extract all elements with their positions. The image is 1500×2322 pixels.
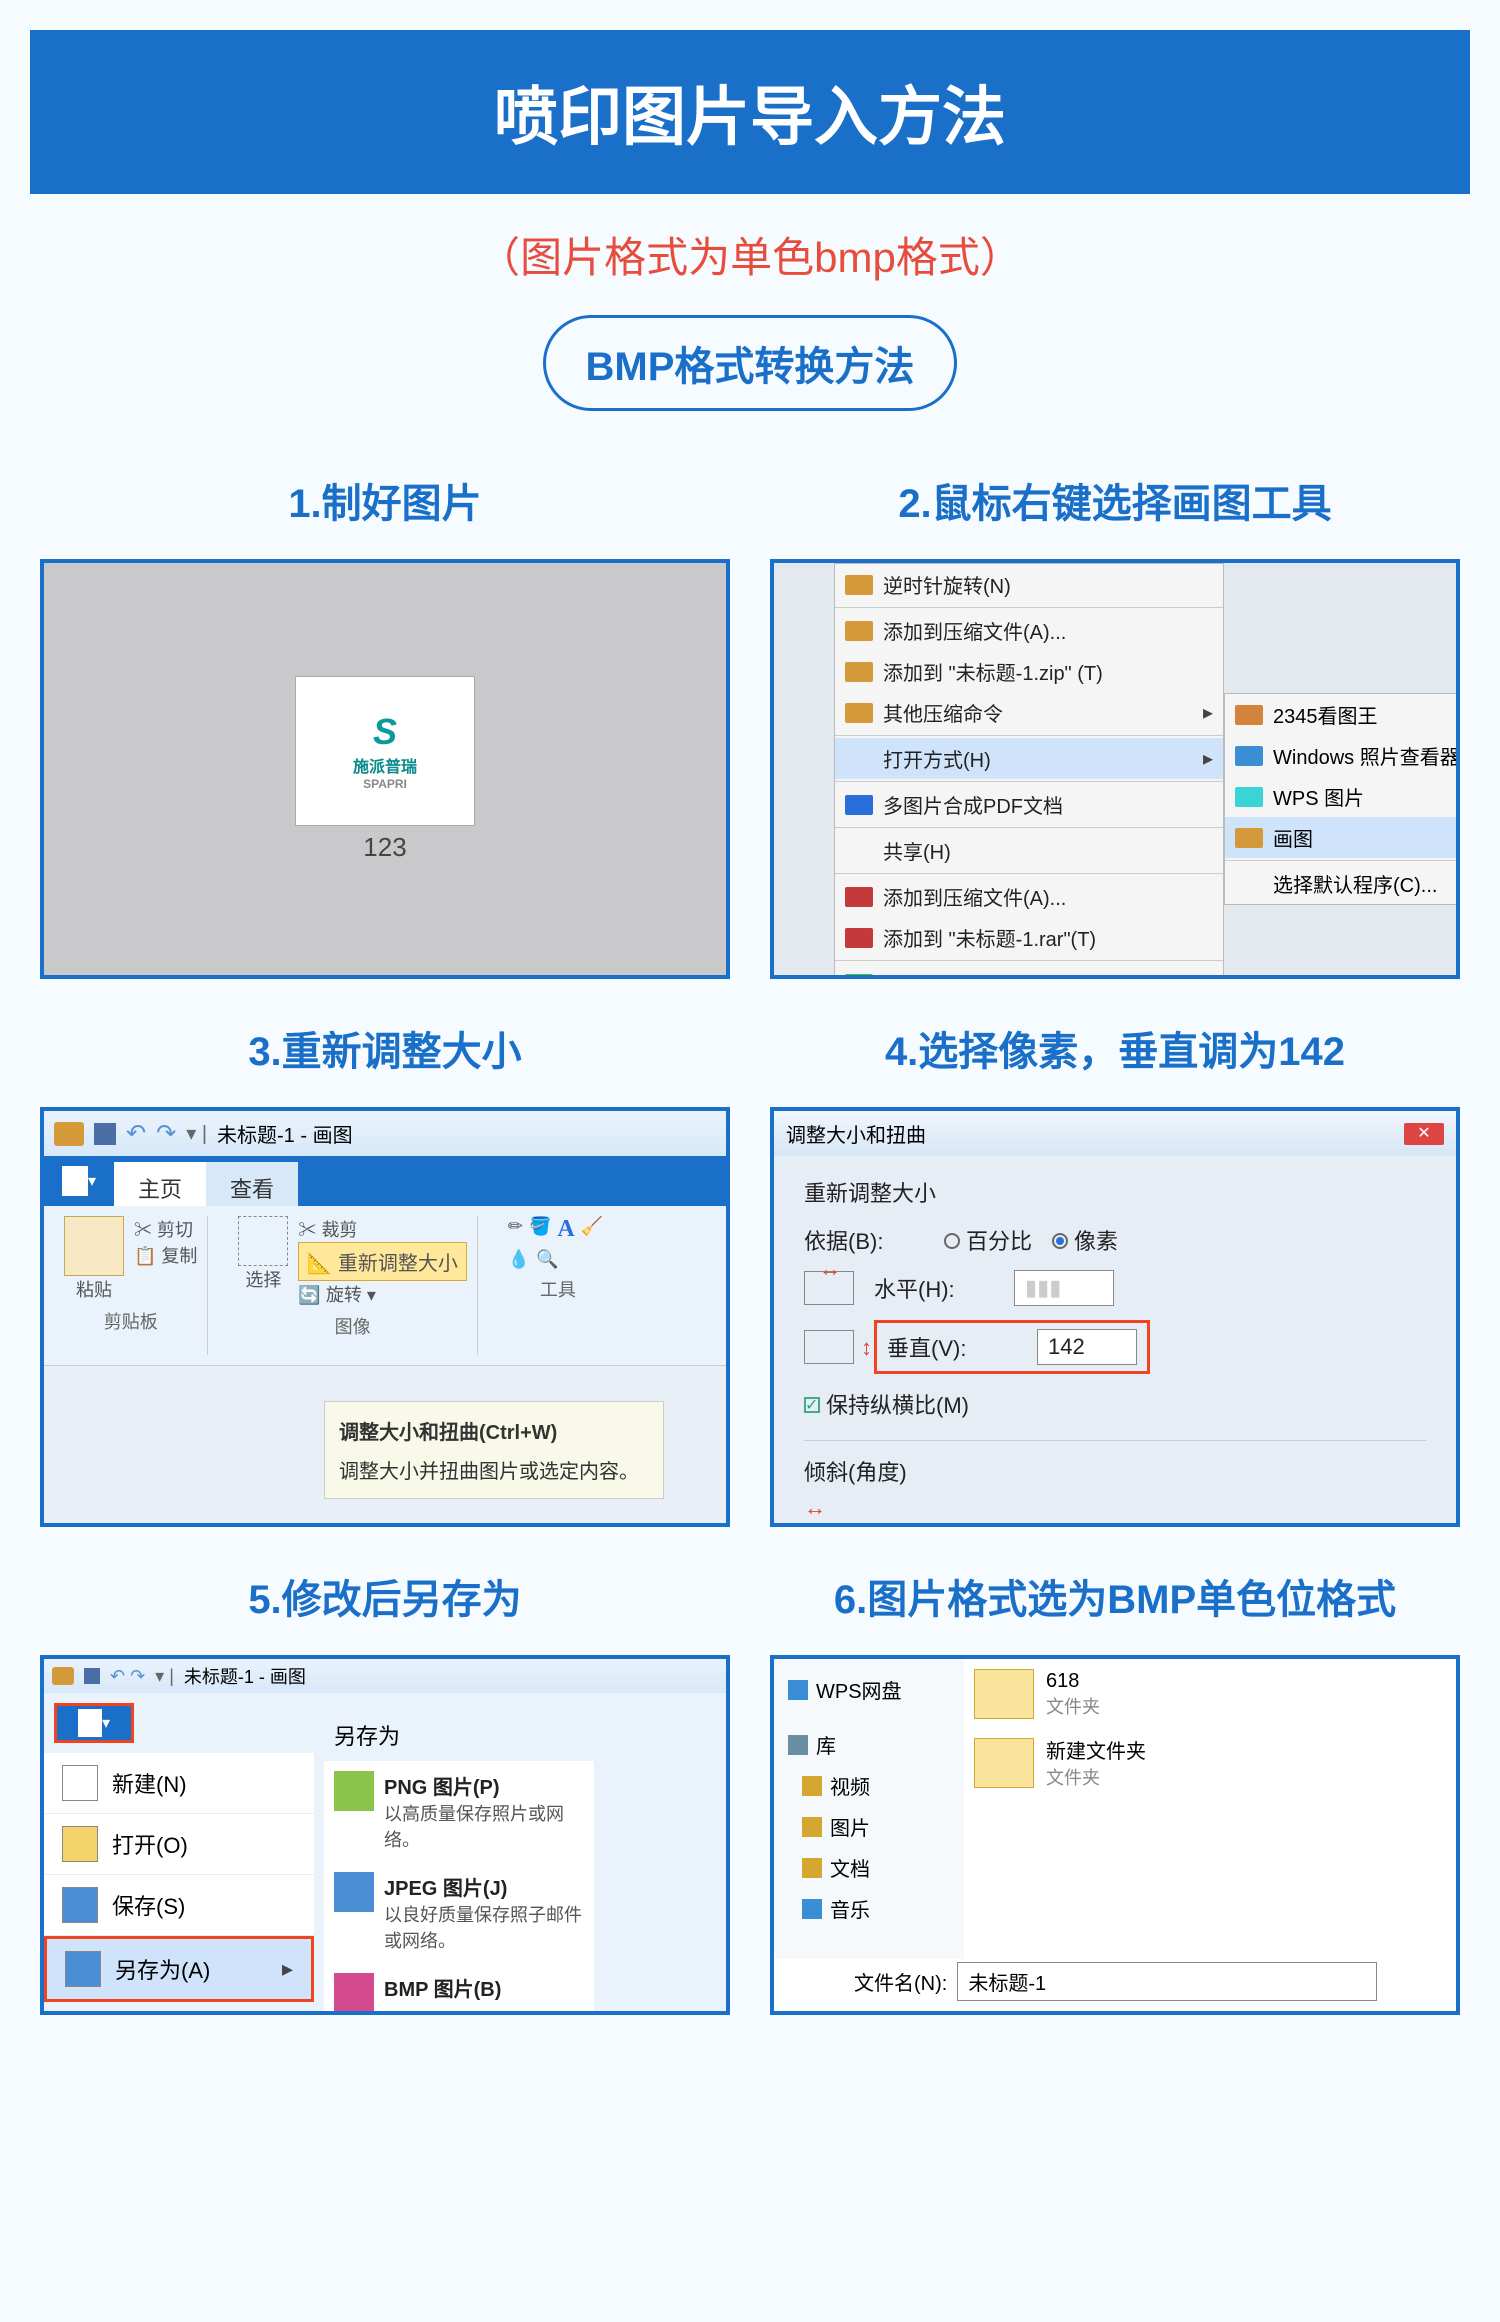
crop-button[interactable]: ✂ 裁剪: [298, 1216, 466, 1242]
radio-pixel[interactable]: 像素: [1052, 1224, 1118, 1256]
folder-icon: [974, 1669, 1034, 1719]
image-group: 选择 ✂ 裁剪 📐 重新调整大小 🔄 旋转 ▾ 图像: [228, 1216, 477, 1355]
skew-label: 倾斜(角度): [804, 1455, 1426, 1487]
step3-title: 3.重新调整大小: [40, 1019, 730, 1077]
dialog-title: 调整大小和扭曲 ✕: [774, 1111, 1456, 1156]
picker-icon[interactable]: 💧: [508, 1249, 530, 1270]
format-bmp[interactable]: BMP 图片(B): [324, 1963, 594, 2015]
fill-icon[interactable]: 🪣: [529, 1216, 551, 1243]
ctx-item[interactable]: 多图片合成PDF文档: [835, 784, 1223, 825]
format-jpeg[interactable]: JPEG 图片(J)以良好质量保存照子邮件或网络。: [324, 1862, 594, 1963]
sidebar-pic[interactable]: 图片: [784, 1806, 954, 1847]
menu-open[interactable]: 打开(O): [44, 1814, 314, 1875]
horiz-input[interactable]: ▮▮▮: [1014, 1270, 1114, 1306]
save-icon[interactable]: [94, 1123, 116, 1145]
filename-label: 文件名(N):: [854, 1967, 947, 1996]
tab-home[interactable]: 主页: [114, 1162, 206, 1206]
sub-item-paint[interactable]: 画图: [1225, 817, 1460, 858]
step4-title: 4.选择像素，垂直调为142: [770, 1019, 1460, 1077]
menu-new[interactable]: 新建(N): [44, 1753, 314, 1814]
file-label: 123: [295, 832, 475, 863]
filename-input[interactable]: 未标题-1: [957, 1962, 1377, 2001]
resize-button[interactable]: 📐 重新调整大小: [298, 1242, 466, 1281]
file-icon[interactable]: S 施派普瑞 SPAPRI: [295, 676, 475, 826]
zoom-icon[interactable]: 🔍: [536, 1249, 558, 1270]
step1-title: 1.制好图片: [40, 471, 730, 529]
eraser-icon[interactable]: 🧹: [581, 1216, 603, 1243]
section-label: 重新调整大小: [804, 1176, 1426, 1208]
context-menu: 逆时针旋转(N) 添加到压缩文件(A)... 添加到 "未标题-1.zip" (…: [834, 563, 1224, 979]
ctx-item-openwith[interactable]: 打开方式(H)▸: [835, 738, 1223, 779]
radio-percent[interactable]: 百分比: [944, 1224, 1032, 1256]
ctx-item[interactable]: 共享(H): [835, 830, 1223, 871]
sidebar-music[interactable]: 音乐: [784, 1888, 954, 1929]
paint-app-icon: [54, 1122, 84, 1146]
step4-panel: 调整大小和扭曲 ✕ 重新调整大小 依据(B): 百分比 像素 ↔ 水平(H): …: [770, 1107, 1460, 1527]
step6-title: 6.图片格式选为BMP单色位格式: [770, 1567, 1460, 1625]
step5-title: 5.修改后另存为: [40, 1567, 730, 1625]
copy-button[interactable]: 📋 复制: [134, 1242, 197, 1268]
pencil-icon[interactable]: ✏: [508, 1216, 523, 1243]
ctx-item[interactable]: 添加到 "未标题-1.zip" (T): [835, 651, 1223, 692]
tools-group: ✏ 🪣 A 🧹 💧 🔍 工具: [498, 1216, 618, 1355]
step2-panel: 逆时针旋转(N) 添加到压缩文件(A)... 添加到 "未标题-1.zip" (…: [770, 559, 1460, 979]
ctx-item[interactable]: 添加到压缩文件(A)...: [835, 610, 1223, 651]
bmp-method-button[interactable]: BMP格式转换方法: [543, 315, 958, 411]
menu-saveas[interactable]: 另存为(A)▸: [44, 1936, 314, 2002]
file-menu: 新建(N) 打开(O) 保存(S) 另存为(A)▸: [44, 1753, 314, 2002]
select-button[interactable]: [238, 1216, 288, 1266]
file-menu-button[interactable]: ▾: [54, 1703, 134, 1743]
step6-panel: WPS网盘 库 视频 图片 文档 音乐 618文件夹 新建文件夹文件夹: [770, 1655, 1460, 2015]
sub-item[interactable]: Windows 照片查看器: [1225, 735, 1460, 776]
vert-icon: ↕: [804, 1330, 854, 1364]
rotate-button[interactable]: 🔄 旋转 ▾: [298, 1281, 466, 1307]
resize-tooltip: 调整大小和扭曲(Ctrl+W) 调整大小并扭曲图片或选定内容。: [324, 1401, 664, 1499]
folder-item[interactable]: 新建文件夹文件夹: [974, 1735, 1146, 1790]
ctx-item[interactable]: 添加到 "未标题-1.rar"(T): [835, 917, 1223, 958]
folder-item[interactable]: 618文件夹: [974, 1669, 1146, 1719]
sub-item[interactable]: WPS 图片: [1225, 776, 1460, 817]
sidebar-video[interactable]: 视频: [784, 1765, 954, 1806]
undo-icon[interactable]: ↶: [126, 1119, 146, 1148]
format-png[interactable]: PNG 图片(P)以高质量保存照片或网络。: [324, 1761, 594, 1862]
step2-title: 2.鼠标右键选择画图工具: [770, 471, 1460, 529]
tab-view[interactable]: 查看: [206, 1162, 298, 1206]
window-title: 未标题-1 - 画图: [217, 1119, 353, 1148]
ctx-item[interactable]: 其他压缩命令▸: [835, 692, 1223, 733]
menu-save[interactable]: 保存(S): [44, 1875, 314, 1936]
close-icon[interactable]: ✕: [1404, 1123, 1444, 1145]
subtitle: （图片格式为单色bmp格式）: [0, 224, 1500, 285]
sidebar-lib[interactable]: 库: [784, 1724, 954, 1765]
ctx-item[interactable]: 添加到压缩文件(A)...: [835, 876, 1223, 917]
folder-icon: [974, 1738, 1034, 1788]
horiz-icon: ↔: [804, 1271, 854, 1305]
page-title: 喷印图片导入方法: [30, 30, 1470, 194]
submenu: 2345看图王 Windows 照片查看器 WPS 图片 画图 选择默认程序(C…: [1224, 693, 1460, 905]
sidebar-doc[interactable]: 文档: [784, 1847, 954, 1888]
text-icon[interactable]: A: [557, 1216, 574, 1243]
paint-titlebar: ↶ ↷ ▾ | 未标题-1 - 画图: [44, 1111, 726, 1156]
step5-panel: ↶ ↷ ▾ | 未标题-1 - 画图 ▾ 新建(N) 打开(O) 保存(S) 另…: [40, 1655, 730, 2015]
keep-ratio-checkbox[interactable]: 保持纵横比(M): [804, 1388, 969, 1420]
sub-item[interactable]: 选择默认程序(C)...: [1225, 863, 1460, 904]
ctx-item[interactable]: 逆时针旋转(N): [835, 564, 1223, 605]
step1-panel: S 施派普瑞 SPAPRI 123: [40, 559, 730, 979]
ctx-item[interactable]: 使用 360解除占用: [835, 963, 1223, 979]
cut-button[interactable]: ✂ 剪切: [134, 1216, 197, 1242]
step3-panel: ↶ ↷ ▾ | 未标题-1 - 画图 ▾ 主页 查看 粘贴: [40, 1107, 730, 1527]
sidebar: WPS网盘 库 视频 图片 文档 音乐: [774, 1659, 964, 1959]
vert-input[interactable]: 142: [1037, 1329, 1137, 1365]
file-menu-button[interactable]: ▾: [44, 1156, 114, 1206]
sub-item[interactable]: 2345看图王: [1225, 694, 1460, 735]
redo-icon[interactable]: ↷: [156, 1119, 176, 1148]
sidebar-wps[interactable]: WPS网盘: [784, 1669, 954, 1710]
paste-button[interactable]: [64, 1216, 124, 1276]
clipboard-group: 粘贴 ✂ 剪切 📋 复制 剪贴板: [54, 1216, 208, 1355]
saveas-panel: 另存为 PNG 图片(P)以高质量保存照片或网络。 JPEG 图片(J)以良好质…: [324, 1709, 594, 2015]
